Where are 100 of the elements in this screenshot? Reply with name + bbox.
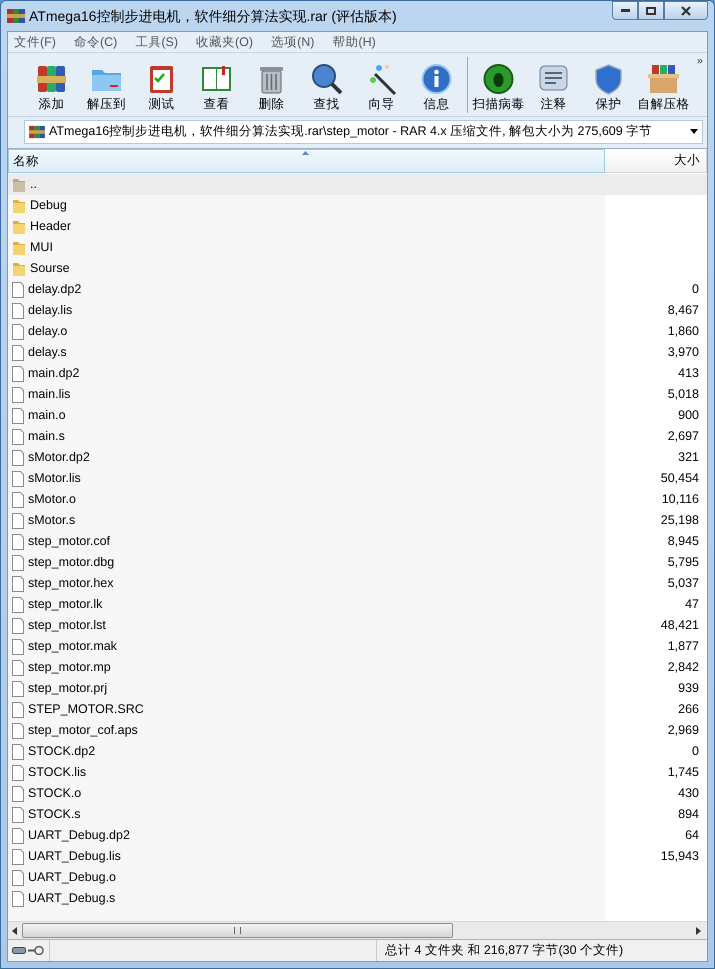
file-row[interactable]: step_motor.dbg 5,795 — [8, 552, 707, 573]
toolbar-button[interactable]: 测试 — [134, 62, 189, 112]
file-row[interactable]: step_motor.mak 1,877 — [8, 636, 707, 657]
toolbar-button[interactable]: 注释 — [526, 62, 581, 112]
file-name: .. — [30, 176, 37, 194]
file-row[interactable]: main.dp2 413 — [8, 363, 707, 384]
file-size: 1,745 — [668, 764, 699, 782]
dropdown-arrow-icon[interactable] — [690, 129, 698, 134]
file-row[interactable]: UART_Debug.dp2 64 — [8, 825, 707, 846]
file-name: UART_Debug.dp2 — [28, 827, 130, 844]
file-row[interactable]: delay.o 1,860 — [8, 321, 707, 342]
file-row[interactable]: UART_Debug.lis 15,943 — [8, 846, 707, 867]
file-name: delay.o — [28, 323, 68, 340]
menu-item[interactable]: 收藏夹(O) — [196, 32, 254, 52]
file-row[interactable]: STOCK.lis 1,745 — [8, 762, 707, 783]
file-row[interactable]: main.lis 5,018 — [8, 384, 707, 405]
file-row[interactable]: STOCK.o 430 — [8, 783, 707, 804]
file-name: step_motor_cof.aps — [28, 722, 138, 740]
file-row[interactable]: step_motor.prj 939 — [8, 678, 707, 699]
file-row[interactable]: step_motor_cof.aps 2,969 — [8, 720, 707, 741]
file-name: delay.dp2 — [28, 281, 82, 298]
file-row[interactable]: MUI — [8, 237, 707, 258]
toolbar-button[interactable]: 解压到 — [79, 62, 134, 112]
file-icon — [12, 680, 24, 696]
toolbar-button[interactable]: 扫描病毒 — [471, 62, 526, 112]
toolbar-button[interactable]: 添加 — [24, 62, 79, 112]
file-row[interactable]: STEP_MOTOR.SRC 266 — [8, 699, 707, 720]
file-row[interactable]: step_motor.lk 47 — [8, 594, 707, 615]
file-row[interactable]: sMotor.s 25,198 — [8, 510, 707, 531]
file-row[interactable]: .. — [8, 174, 707, 195]
file-row[interactable]: Sourse — [8, 258, 707, 279]
file-size: 1,877 — [668, 638, 699, 656]
file-name: sMotor.dp2 — [28, 449, 90, 466]
file-row[interactable]: sMotor.o 10,116 — [8, 489, 707, 510]
file-icon — [12, 638, 24, 654]
file-size: 900 — [678, 407, 699, 424]
toolbar-button[interactable]: 查看 — [189, 62, 244, 112]
toolbar-button[interactable]: 信息 — [409, 62, 464, 112]
toolbar-overflow[interactable]: » — [696, 53, 703, 70]
menu-item[interactable]: 帮助(H) — [332, 32, 376, 52]
file-size: 50,454 — [660, 470, 699, 488]
menu-item[interactable]: 命令(C) — [74, 32, 118, 52]
toolbar-button[interactable]: 自解压格 — [636, 62, 691, 112]
file-row[interactable]: sMotor.lis 50,454 — [8, 468, 707, 489]
file-row[interactable]: Debug — [8, 195, 707, 216]
folder-icon — [12, 198, 26, 214]
file-row[interactable]: STOCK.s 894 — [8, 804, 707, 825]
file-icon — [12, 806, 24, 822]
folder-icon — [12, 240, 26, 256]
file-row[interactable]: delay.lis 8,467 — [8, 300, 707, 321]
folder-icon — [12, 260, 26, 276]
file-icon — [12, 828, 24, 844]
file-size: 1,860 — [668, 323, 699, 340]
file-size: 0 — [692, 743, 699, 760]
file-name: sMotor.lis — [28, 470, 81, 488]
file-icon — [12, 512, 24, 528]
file-name: main.o — [28, 407, 66, 424]
menu-item[interactable]: 工具(S) — [135, 32, 178, 52]
file-row[interactable]: delay.s 3,970 — [8, 342, 707, 363]
file-icon — [12, 408, 24, 424]
file-name: UART_Debug.lis — [28, 848, 121, 866]
menu-item[interactable]: 选项(N) — [271, 32, 314, 52]
file-icon — [12, 492, 24, 508]
file-row[interactable]: STOCK.dp2 0 — [8, 741, 707, 762]
file-row[interactable]: Header — [8, 216, 707, 237]
toolbar-button[interactable]: 查找 — [299, 62, 354, 112]
key-icon — [28, 946, 44, 955]
column-header[interactable]: 大小 — [605, 149, 707, 173]
close-button[interactable] — [664, 1, 708, 20]
file-icon — [12, 534, 24, 550]
file-icon — [12, 702, 24, 718]
file-row[interactable]: step_motor.mp 2,842 — [8, 657, 707, 678]
file-row[interactable]: UART_Debug.o — [8, 867, 707, 888]
file-name: delay.lis — [28, 302, 72, 320]
file-row[interactable]: main.o 900 — [8, 405, 707, 426]
minimize-button[interactable] — [612, 1, 638, 20]
maximize-button[interactable] — [638, 1, 664, 20]
file-name: STOCK.s — [28, 806, 81, 824]
archive-icon — [7, 8, 25, 24]
file-row[interactable]: step_motor.lst 48,421 — [8, 615, 707, 636]
menu-item[interactable]: 文件(F) — [14, 32, 56, 52]
file-size: 894 — [678, 806, 699, 824]
file-row[interactable]: step_motor.cof 8,945 — [8, 531, 707, 552]
file-row[interactable]: step_motor.hex 5,037 — [8, 573, 707, 594]
file-name: Sourse — [30, 260, 70, 278]
file-icon — [12, 428, 24, 444]
file-row[interactable]: sMotor.dp2 321 — [8, 447, 707, 468]
toolbar-button[interactable]: 保护 — [581, 62, 636, 112]
toolbar-button[interactable]: 向导 — [354, 62, 409, 112]
file-row[interactable]: UART_Debug.s — [8, 888, 707, 909]
horizontal-scrollbar-thumb[interactable] — [22, 923, 453, 938]
file-size: 5,795 — [668, 554, 699, 572]
address-bar[interactable]: ATmega16控制步进电机，软件细分算法实现.rar\step_motor - RAR 4.x 压缩文件, 解包大小为 275,609 字节 — [24, 120, 703, 144]
file-name: UART_Debug.o — [28, 869, 116, 886]
toolbar-button[interactable]: 删除 — [244, 62, 299, 112]
file-row[interactable]: main.s 2,697 — [8, 426, 707, 447]
file-icon — [12, 848, 24, 864]
column-header[interactable]: 名称 — [8, 149, 605, 173]
file-row[interactable]: delay.dp2 0 — [8, 279, 707, 300]
info-icon — [420, 62, 453, 94]
